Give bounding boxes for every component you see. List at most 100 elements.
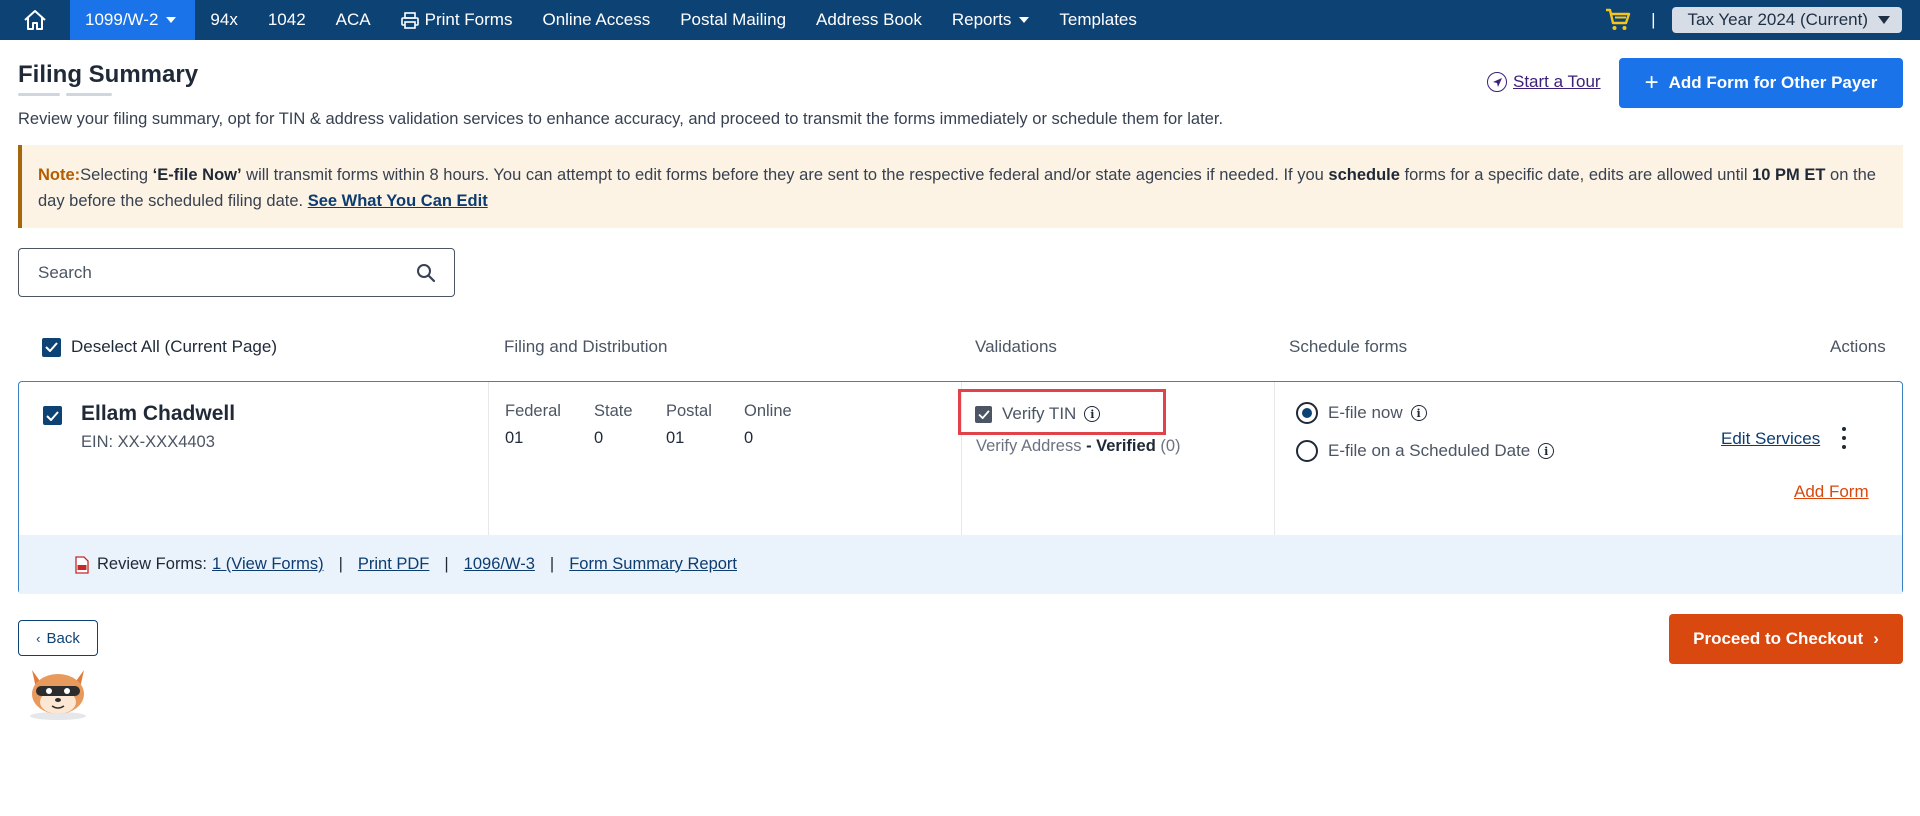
pdf-icon bbox=[75, 555, 89, 574]
nav-right: | Tax Year 2024 (Current) bbox=[1603, 0, 1902, 40]
page-subtitle: Review your filing summary, opt for TIN … bbox=[18, 110, 1224, 128]
info-icon[interactable]: i bbox=[1410, 405, 1427, 421]
add-form-link[interactable]: Add Form bbox=[1794, 482, 1869, 502]
count-value: 01 bbox=[666, 429, 685, 447]
note-label: Note: bbox=[38, 166, 81, 184]
note-bold: schedule bbox=[1328, 166, 1400, 184]
col-header-validations: Validations bbox=[975, 337, 1057, 356]
efile-scheduled-label: E-file on a Scheduled Date bbox=[1328, 441, 1531, 460]
nav-label: Online Access bbox=[542, 10, 651, 29]
col-header-actions: Actions bbox=[1830, 337, 1886, 356]
review-forms-bar: Review Forms: 1 (View Forms) | Print PDF… bbox=[19, 535, 1902, 594]
see-what-you-can-edit-link[interactable]: See What You Can Edit bbox=[308, 192, 488, 210]
nav-item-print-forms[interactable]: Print Forms bbox=[386, 0, 528, 40]
link-separator: | bbox=[338, 555, 343, 573]
info-icon[interactable]: i bbox=[1538, 443, 1555, 459]
verify-tin-label: Verify TIN bbox=[1002, 404, 1077, 423]
printer-icon bbox=[400, 11, 419, 29]
col-header-filing: Filing and Distribution bbox=[504, 337, 668, 356]
verify-address-status: Verify Address - Verified (0) bbox=[976, 437, 1181, 456]
note-text: forms for a specific date, edits are all… bbox=[1399, 166, 1753, 184]
nav-item-address-book[interactable]: Address Book bbox=[801, 0, 937, 40]
count-state: State 0 bbox=[594, 402, 633, 448]
1096-w3-link[interactable]: 1096/W-3 bbox=[464, 555, 535, 574]
nav-label: Print Forms bbox=[424, 10, 513, 29]
radio-unselected-icon bbox=[1296, 440, 1318, 462]
nav-item-reports[interactable]: Reports bbox=[937, 0, 1045, 40]
count-federal: Federal 01 bbox=[505, 402, 561, 448]
note-text: will transmit forms within 8 hours. You … bbox=[241, 166, 1329, 184]
search-input[interactable] bbox=[38, 262, 416, 283]
home-icon[interactable] bbox=[0, 0, 70, 40]
payer-row: Ellam Chadwell EIN: XX-XXX4403 Federal 0… bbox=[19, 382, 1902, 535]
nav-label: 1099/W-2 bbox=[85, 10, 159, 29]
nav-item-templates[interactable]: Templates bbox=[1044, 0, 1151, 40]
count-postal: Postal 01 bbox=[666, 402, 712, 448]
view-forms-link[interactable]: 1 (View Forms) bbox=[212, 555, 324, 574]
nav-item-aca[interactable]: ACA bbox=[321, 0, 386, 40]
add-form-other-payer-button[interactable]: + Add Form for Other Payer bbox=[1619, 58, 1903, 108]
count-value: 0 bbox=[744, 429, 754, 447]
count-value: 0 bbox=[594, 429, 604, 447]
verify-address-dash: - bbox=[1081, 437, 1097, 455]
efile-now-radio[interactable]: E-file now i bbox=[1296, 402, 1427, 424]
verify-tin-checkbox[interactable]: Verify TIN i bbox=[975, 404, 1101, 424]
info-icon[interactable]: i bbox=[1084, 406, 1101, 422]
chevron-left-icon: ‹ bbox=[36, 630, 41, 646]
column-divider bbox=[1274, 382, 1275, 535]
title-underline bbox=[18, 93, 60, 96]
radio-selected-icon bbox=[1296, 402, 1318, 424]
nav-label: 1042 bbox=[267, 10, 306, 29]
search-icon[interactable] bbox=[416, 263, 436, 283]
nav-item-94x[interactable]: 94x bbox=[195, 0, 252, 40]
note-text: Selecting bbox=[80, 166, 153, 184]
navigation-arrow-icon bbox=[1487, 72, 1507, 92]
tax-year-select[interactable]: Tax Year 2024 (Current) bbox=[1671, 7, 1902, 33]
start-tour-label: Start a Tour bbox=[1513, 72, 1601, 91]
add-payer-label: Add Form for Other Payer bbox=[1668, 73, 1878, 92]
deselect-all-checkbox[interactable]: Deselect All (Current Page) bbox=[42, 337, 277, 357]
proceed-to-checkout-button[interactable]: Proceed to Checkout › bbox=[1669, 614, 1903, 664]
nav-label: Postal Mailing bbox=[680, 10, 787, 29]
nav-label: Reports bbox=[951, 10, 1012, 29]
nav-separator: | bbox=[1651, 10, 1656, 29]
payer-checkbox[interactable] bbox=[43, 406, 62, 425]
note-bold: ‘E-file Now’ bbox=[152, 166, 242, 184]
col-header-schedule: Schedule forms bbox=[1289, 337, 1408, 356]
search-box bbox=[18, 248, 455, 297]
payer-name: Ellam Chadwell bbox=[81, 402, 236, 425]
payer-card: Ellam Chadwell EIN: XX-XXX4403 Federal 0… bbox=[18, 381, 1903, 594]
nav-item-online-access[interactable]: Online Access bbox=[527, 0, 665, 40]
nav-item-1042[interactable]: 1042 bbox=[253, 0, 321, 40]
start-tour-link[interactable]: Start a Tour bbox=[1487, 72, 1601, 92]
tax-year-value: Tax Year 2024 (Current) bbox=[1687, 10, 1869, 29]
title-underline bbox=[66, 93, 112, 96]
cart-icon[interactable] bbox=[1603, 0, 1633, 40]
efile-scheduled-radio[interactable]: E-file on a Scheduled Date i bbox=[1296, 440, 1555, 462]
page-title: Filing Summary bbox=[18, 61, 199, 88]
link-separator: | bbox=[549, 555, 555, 573]
nav-label: Templates bbox=[1059, 10, 1137, 29]
plus-icon: + bbox=[1644, 69, 1659, 96]
nav-item-1099-w2[interactable]: 1099/W-2 bbox=[70, 0, 196, 40]
note-bold: 10 PM ET bbox=[1752, 166, 1826, 184]
form-summary-report-link[interactable]: Form Summary Report bbox=[569, 555, 737, 574]
efile-now-label: E-file now bbox=[1328, 403, 1403, 422]
nav-label: 94x bbox=[210, 10, 238, 29]
chevron-right-icon: › bbox=[1873, 629, 1879, 648]
mascot-assistant-icon[interactable] bbox=[22, 660, 94, 722]
count-online: Online 0 bbox=[744, 402, 792, 448]
count-label: State bbox=[594, 402, 633, 420]
back-button[interactable]: ‹ Back bbox=[18, 620, 98, 656]
count-label: Online bbox=[744, 402, 792, 420]
edit-services-link[interactable]: Edit Services bbox=[1721, 429, 1820, 449]
column-divider bbox=[488, 382, 489, 535]
print-pdf-link[interactable]: Print PDF bbox=[358, 555, 430, 574]
back-label: Back bbox=[46, 629, 80, 647]
nav-item-postal-mailing[interactable]: Postal Mailing bbox=[665, 0, 801, 40]
note-banner: Note:Selecting ‘E-file Now’ will transmi… bbox=[18, 145, 1903, 228]
count-value: 01 bbox=[505, 429, 524, 447]
checkbox-checked-icon bbox=[42, 337, 61, 357]
chevron-down-icon bbox=[1878, 16, 1890, 24]
more-options-icon[interactable] bbox=[1839, 427, 1849, 449]
